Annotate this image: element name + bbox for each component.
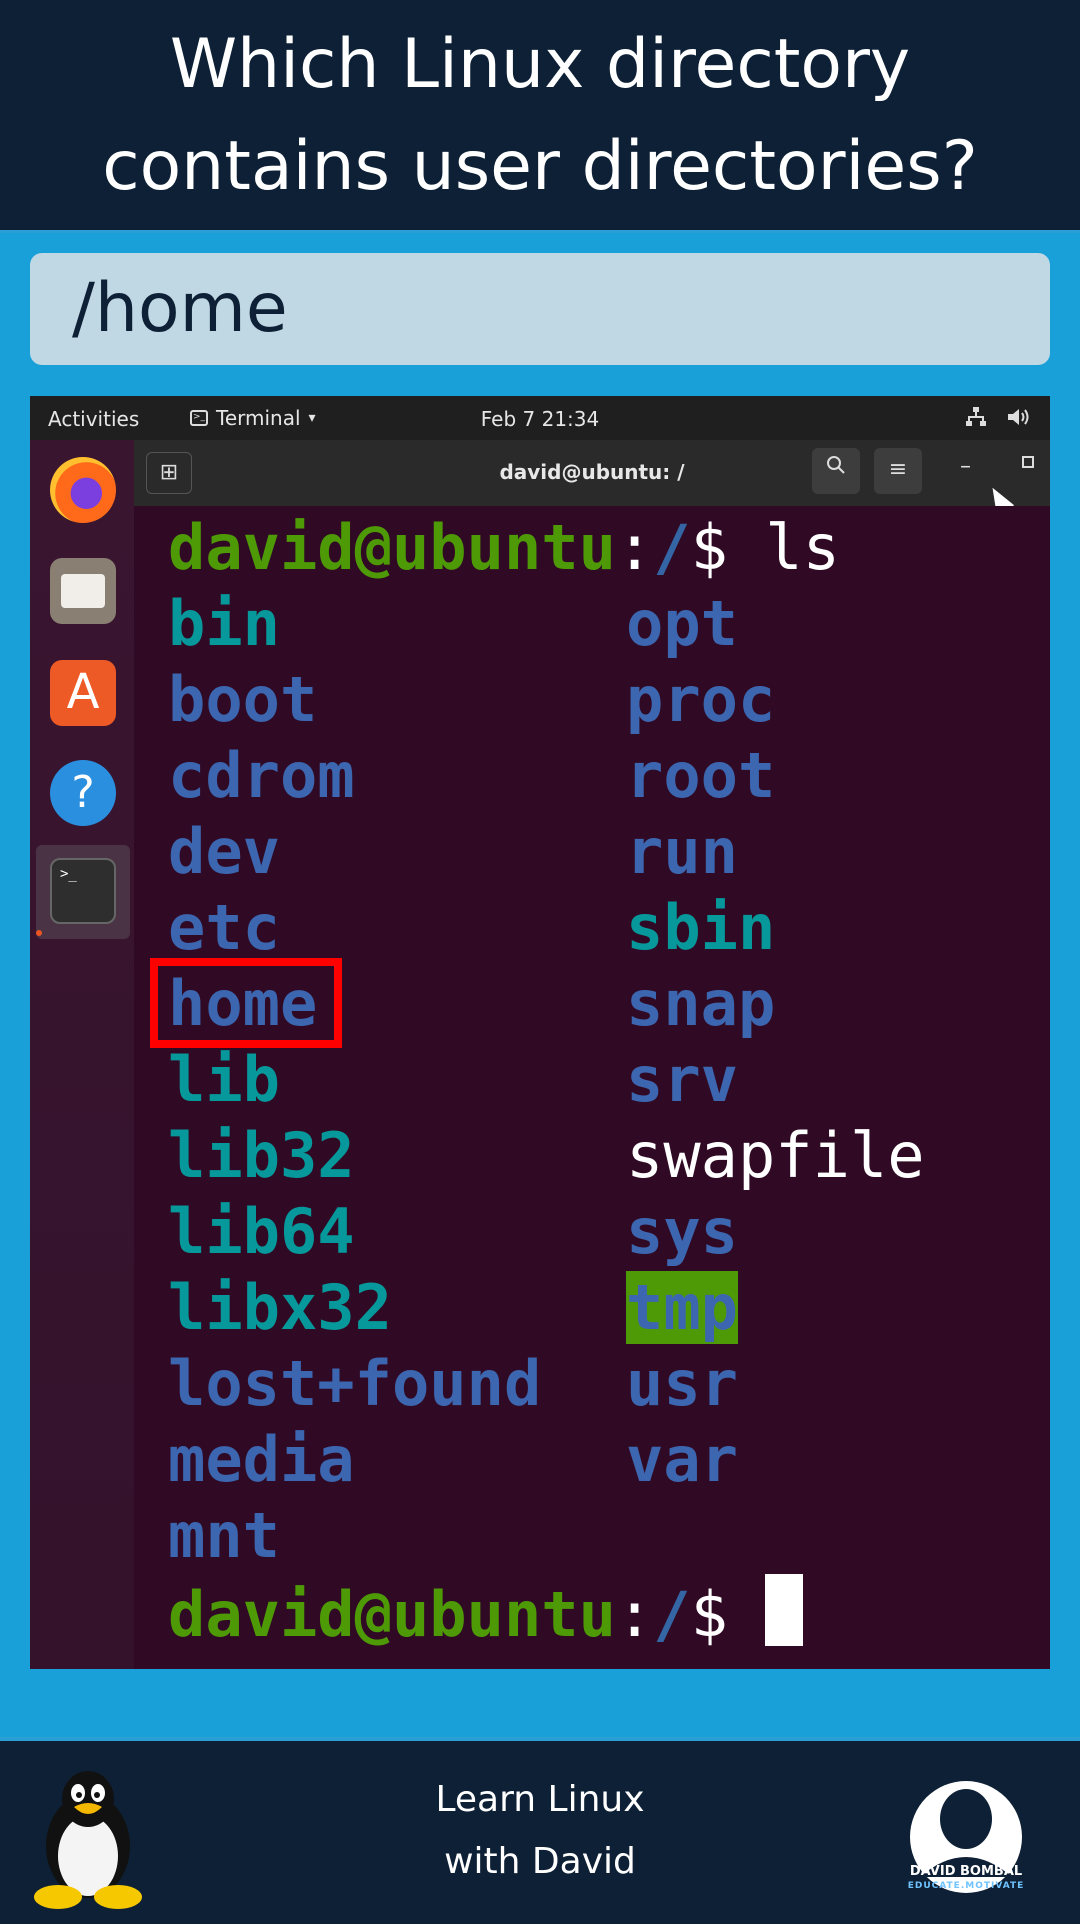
terminal-header-bar: ⊞ david@ubuntu: / ≡ –	[134, 440, 1050, 516]
question-header: Which Linux directory contains user dire…	[0, 0, 1080, 233]
ls-left-entry: cdrom	[168, 738, 355, 814]
prompt-colon: :	[615, 511, 654, 584]
clock[interactable]: Feb 7 21:34	[30, 407, 1050, 431]
brand-text: DAVID BOMBAL EDUCATE.MOTIVATE	[900, 1865, 1032, 1893]
entry-sys: sys	[626, 1195, 738, 1268]
entry-swapfile: swapfile	[626, 1119, 925, 1192]
ls-right-entry: var	[626, 1422, 738, 1498]
text-cursor	[765, 1574, 804, 1646]
ls-left-entry: bin	[168, 586, 280, 662]
terminal-icon[interactable]: >_	[50, 858, 116, 924]
brand-name: DAVID BOMBAL	[909, 1864, 1023, 1879]
ls-right-entry: run	[626, 814, 738, 890]
ls-left-entry: media	[168, 1422, 355, 1498]
prompt-user: david@ubuntu	[168, 1578, 616, 1651]
prompt-path: /	[653, 1578, 691, 1651]
prompt-symbol: $	[690, 1578, 766, 1651]
answer-text: /home	[72, 269, 288, 348]
ls-left-entry: home	[150, 958, 342, 1048]
entry-run: run	[626, 815, 738, 888]
footer: Learn Linux with David DAVID BOMBAL EDUC…	[0, 1737, 1080, 1924]
entry-lost-found: lost+found	[168, 1347, 542, 1420]
ls-right-entry: proc	[626, 662, 775, 738]
entry-proc: proc	[626, 663, 776, 736]
entry-etc: etc	[168, 891, 280, 964]
question-line-1: Which Linux directory	[169, 25, 911, 104]
entry-var: var	[626, 1423, 738, 1496]
answer-box: /home	[30, 253, 1050, 365]
prompt-colon: :	[615, 1578, 654, 1651]
entry-lib32: lib32	[168, 1119, 355, 1192]
entry-root: root	[626, 739, 776, 812]
ls-left-entry: lib	[168, 1042, 280, 1118]
entry-mnt: mnt	[168, 1499, 280, 1572]
command-text: ls	[765, 511, 840, 584]
entry-media: media	[168, 1423, 355, 1496]
entry-opt: opt	[626, 587, 738, 660]
ls-right-entry: srv	[626, 1042, 738, 1118]
entry-lib: lib	[168, 1043, 280, 1116]
network-icon[interactable]	[965, 406, 987, 433]
ls-left-entry: boot	[168, 662, 317, 738]
files-icon[interactable]	[50, 558, 116, 624]
firefox-icon[interactable]	[50, 457, 116, 523]
entry-dev: dev	[168, 815, 280, 888]
ls-left-entry: etc	[168, 890, 280, 966]
terminal-output[interactable]: david@ubuntu:/$ ls bin boot cdrom dev et…	[134, 506, 1050, 1669]
entry-snap: snap	[626, 967, 776, 1040]
hamburger-menu-button[interactable]: ≡	[874, 448, 922, 494]
maximize-button[interactable]	[1022, 456, 1034, 468]
prompt-path: /	[653, 511, 691, 584]
ls-left-entry: mnt	[168, 1498, 280, 1574]
command-line: david@ubuntu:/$ ls	[168, 510, 840, 586]
app-store-icon[interactable]: A	[50, 660, 116, 726]
question-title: Which Linux directory contains user dire…	[0, 14, 1080, 218]
ls-right-entry: swapfile	[626, 1118, 925, 1194]
search-icon	[827, 456, 845, 474]
question-line-2: contains user directories?	[102, 127, 978, 206]
entry-libx32: libx32	[168, 1271, 392, 1344]
entry-bin: bin	[168, 587, 280, 660]
answer-highlight-box	[150, 958, 342, 1048]
ls-left-entry: lib64	[168, 1194, 355, 1270]
ls-right-entry: usr	[626, 1346, 738, 1422]
ls-right-entry: sys	[626, 1194, 738, 1270]
ls-left-entry: lost+found	[168, 1346, 541, 1422]
prompt-line: david@ubuntu:/$	[168, 1574, 804, 1653]
ls-right-entry: opt	[626, 586, 738, 662]
ls-left-entry: dev	[168, 814, 280, 890]
entry-lib64: lib64	[168, 1195, 355, 1268]
ls-right-entry: snap	[626, 966, 775, 1042]
entry-tmp: tmp	[626, 1271, 738, 1344]
entry-usr: usr	[626, 1347, 738, 1420]
ls-right-entry: root	[626, 738, 775, 814]
entry-boot: boot	[168, 663, 318, 736]
volume-icon[interactable]	[1006, 406, 1032, 433]
entry-srv: srv	[626, 1043, 738, 1116]
ubuntu-dock: A ? >_	[30, 440, 134, 1669]
prompt-symbol: $	[690, 511, 766, 584]
gnome-top-bar: Activities >_ Terminal ▾ Feb 7 21:34	[30, 396, 1050, 440]
search-button[interactable]	[812, 448, 860, 494]
help-icon[interactable]: ?	[50, 760, 116, 826]
minimize-button[interactable]: –	[960, 454, 971, 479]
ls-left-entry: lib32	[168, 1118, 355, 1194]
entry-sbin: sbin	[626, 891, 776, 964]
ubuntu-screenshot: Activities >_ Terminal ▾ Feb 7 21:34 A ?…	[30, 396, 1050, 1669]
ls-left-entry: libx32	[168, 1270, 392, 1346]
running-indicator	[36, 930, 42, 936]
prompt-user: david@ubuntu	[168, 511, 616, 584]
ls-right-entry: sbin	[626, 890, 775, 966]
brand-tagline: EDUCATE.MOTIVATE	[907, 1881, 1025, 1891]
entry-cdrom: cdrom	[168, 739, 355, 812]
ls-right-entry: tmp	[626, 1270, 738, 1346]
